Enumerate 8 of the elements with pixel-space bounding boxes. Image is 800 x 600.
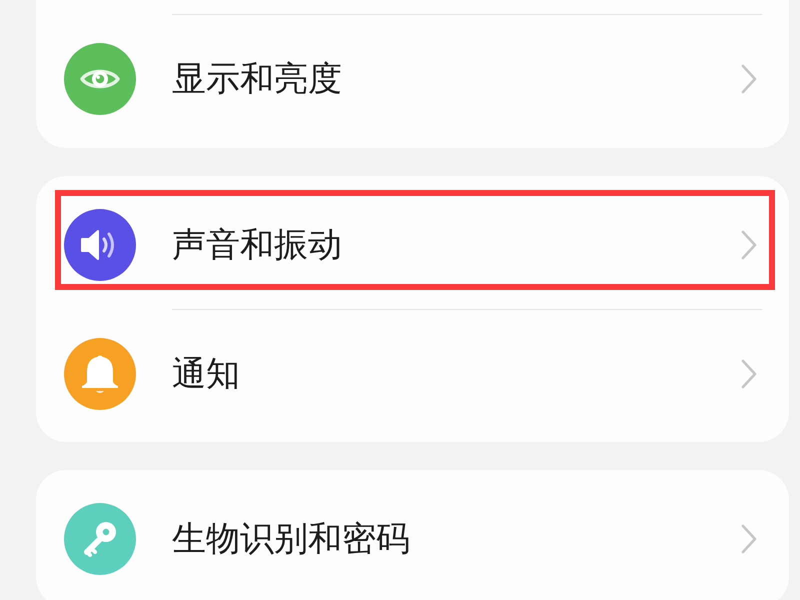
settings-item[interactable]: 声音和振动 bbox=[36, 181, 789, 309]
chevron-right-icon bbox=[741, 230, 757, 260]
settings-item[interactable]: 生物识别和密码 bbox=[36, 475, 789, 600]
settings-item[interactable]: 显示和亮度 bbox=[36, 15, 789, 143]
settings-item[interactable]: 通知 bbox=[36, 310, 789, 438]
chevron-right-icon bbox=[741, 64, 757, 94]
chevron-right-icon bbox=[741, 359, 757, 389]
chevron-right-icon bbox=[741, 524, 757, 554]
